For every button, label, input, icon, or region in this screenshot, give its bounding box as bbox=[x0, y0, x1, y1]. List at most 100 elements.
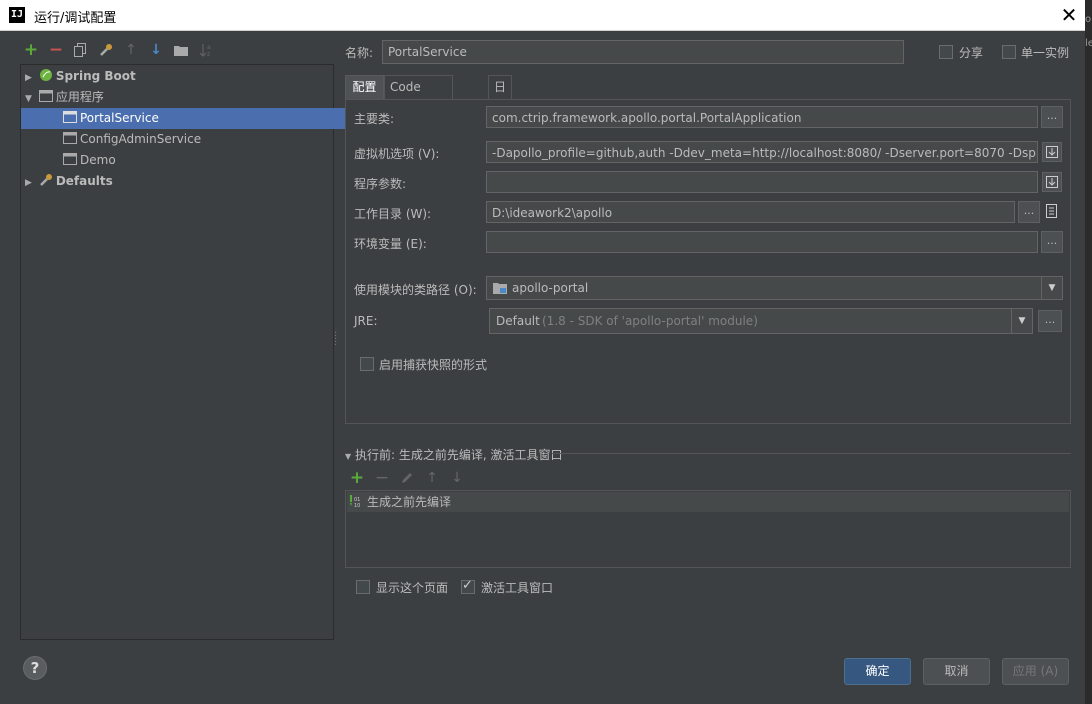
title-bar: IJ 运行/调试配置 ✕ bbox=[0, 0, 1092, 31]
name-label: 名称: bbox=[345, 46, 374, 60]
tree-item-application[interactable]: ▼ 应用程序 bbox=[21, 87, 337, 108]
vm-options-input[interactable]: -Dapollo_profile=github,auth -Ddev_meta=… bbox=[486, 141, 1038, 163]
remove-config-button[interactable]: − bbox=[47, 40, 65, 60]
ok-button[interactable]: 确定 bbox=[844, 658, 911, 685]
activate-tool-window-label: 激活工具窗口 bbox=[481, 581, 554, 595]
program-args-label: 程序参数: bbox=[354, 177, 407, 191]
browse-jre-button[interactable]: ... bbox=[1038, 310, 1062, 332]
insert-macro-button[interactable] bbox=[1042, 201, 1062, 223]
collapse-arrow-icon[interactable]: ▼ bbox=[25, 89, 35, 110]
working-dir-label: 工作目录 (W): bbox=[354, 207, 432, 221]
splitter-handle[interactable]: · · · · · bbox=[334, 329, 337, 351]
name-input[interactable]: PortalService bbox=[382, 40, 904, 64]
share-label: 分享 bbox=[959, 46, 984, 60]
single-instance-label: 单一实例 bbox=[1021, 46, 1070, 60]
share-checkbox[interactable] bbox=[939, 45, 953, 59]
sort-icon: az bbox=[199, 44, 211, 57]
tree-item-configadminservice[interactable]: ConfigAdminService bbox=[21, 129, 375, 150]
divider bbox=[552, 453, 1071, 454]
new-folder-button[interactable] bbox=[172, 40, 190, 60]
tree-item-label: Demo bbox=[80, 153, 116, 167]
collapse-arrow-icon: ▼ bbox=[345, 452, 352, 461]
tree-item-label: Spring Boot bbox=[55, 69, 136, 83]
vm-options-label: 虚拟机选项 (V): bbox=[354, 147, 440, 161]
document-icon bbox=[1046, 204, 1057, 218]
snapshot-label: 启用捕获快照的形式 bbox=[379, 358, 488, 372]
tab-configuration[interactable]: 配置 bbox=[345, 75, 384, 99]
folder-icon bbox=[174, 46, 188, 56]
single-instance-checkbox[interactable] bbox=[1002, 45, 1016, 59]
activate-tool-window-checkbox[interactable] bbox=[461, 578, 475, 594]
tree-item-defaults[interactable]: ▶ Defaults bbox=[21, 171, 337, 192]
wrench-icon bbox=[39, 174, 52, 186]
tree-item-label: PortalService bbox=[80, 111, 159, 125]
before-launch-title[interactable]: ▼ 执行前: 生成之前先编译, 激活工具窗口 bbox=[345, 446, 562, 463]
chevron-down-icon: ▼ bbox=[1011, 309, 1032, 333]
expand-vm-options-button[interactable] bbox=[1042, 142, 1062, 162]
add-config-button[interactable]: + bbox=[22, 40, 40, 60]
tree-item-label: ConfigAdminService bbox=[80, 132, 202, 146]
jre-detail: (1.8 - SDK of 'apollo-portal' module) bbox=[542, 314, 758, 328]
tree-item-label: 应用程序 bbox=[55, 90, 104, 104]
edit-task-button[interactable] bbox=[398, 468, 416, 488]
edit-env-vars-button[interactable]: ... bbox=[1041, 231, 1063, 253]
pencil-icon bbox=[402, 473, 412, 483]
apply-button[interactable]: 应用 (A) bbox=[1002, 658, 1069, 685]
copy-config-button[interactable] bbox=[72, 40, 90, 60]
show-page-label: 显示这个页面 bbox=[376, 581, 449, 595]
jre-select[interactable]: Default (1.8 - SDK of 'apollo-portal' mo… bbox=[489, 308, 1033, 334]
before-launch-list: 01 10 生成之前先编译 bbox=[345, 490, 1071, 568]
help-button[interactable]: ? bbox=[23, 656, 47, 680]
move-up-button[interactable]: ↑ bbox=[122, 40, 140, 60]
svg-text:10: 10 bbox=[354, 503, 360, 509]
spring-icon bbox=[39, 69, 52, 81]
browse-working-dir-button[interactable]: ... bbox=[1018, 201, 1040, 223]
browse-main-class-button[interactable]: ... bbox=[1041, 106, 1063, 128]
tree-item-portalservice[interactable]: PortalService bbox=[21, 108, 375, 129]
tree-item-demo[interactable]: Demo bbox=[21, 150, 375, 171]
expand-field-icon bbox=[1046, 176, 1058, 188]
list-item[interactable]: 01 10 生成之前先编译 bbox=[347, 492, 1069, 512]
cancel-button[interactable]: 取消 bbox=[923, 658, 990, 685]
build-icon: 0110 bbox=[350, 495, 360, 509]
intellij-app-icon: IJ bbox=[9, 7, 25, 23]
copy-icon bbox=[74, 43, 86, 57]
svg-text:a: a bbox=[207, 44, 211, 51]
env-vars-input[interactable] bbox=[486, 231, 1038, 253]
move-task-up-button[interactable]: ↑ bbox=[423, 468, 441, 488]
config-icon bbox=[63, 132, 77, 144]
before-launch-title-text: 执行前: 生成之前先编译, 激活工具窗口 bbox=[354, 448, 563, 462]
main-class-input[interactable]: com.ctrip.framework.apollo.portal.Portal… bbox=[486, 106, 1038, 128]
module-classpath-label: 使用模块的类路径 (O): bbox=[354, 283, 477, 297]
module-classpath-select[interactable]: apollo-portal ▼ bbox=[486, 276, 1063, 300]
env-vars-label: 环境变量 (E): bbox=[354, 237, 427, 251]
chevron-down-icon: ▼ bbox=[1041, 277, 1062, 299]
task-label: 生成之前先编译 bbox=[367, 495, 452, 509]
edit-defaults-button[interactable] bbox=[97, 40, 115, 60]
config-icon bbox=[63, 153, 77, 165]
move-down-button[interactable]: ↓ bbox=[147, 40, 165, 60]
application-icon bbox=[38, 90, 53, 102]
program-args-input[interactable] bbox=[486, 171, 1038, 193]
tab-code-coverage[interactable]: Code Coverage bbox=[384, 75, 454, 117]
remove-task-button[interactable]: − bbox=[373, 468, 391, 488]
snapshot-checkbox[interactable] bbox=[360, 357, 374, 371]
add-task-button[interactable]: + bbox=[348, 468, 366, 488]
expand-arrow-icon[interactable]: ▶ bbox=[25, 173, 35, 194]
module-classpath-value: apollo-portal bbox=[512, 281, 589, 295]
jre-label: JRE: bbox=[354, 314, 378, 328]
close-button[interactable]: ✕ bbox=[1056, 3, 1082, 27]
working-dir-input[interactable]: D:\ideawork2\apollo bbox=[486, 201, 1015, 223]
background-text: o bbox=[1085, 14, 1092, 25]
show-page-checkbox[interactable] bbox=[356, 580, 370, 594]
jre-value: Default bbox=[496, 314, 540, 328]
tab-logs[interactable]: 日志 bbox=[488, 75, 513, 117]
svg-text:z: z bbox=[207, 51, 210, 57]
window-title: 运行/调试配置 bbox=[34, 11, 117, 26]
expand-program-args-button[interactable] bbox=[1042, 172, 1062, 192]
sort-button[interactable]: az bbox=[197, 40, 215, 60]
expand-arrow-icon[interactable]: ▶ bbox=[25, 68, 35, 89]
config-tree[interactable]: ▶ Spring Boot ▼ 应用程序 PortalService Confi… bbox=[20, 64, 375, 640]
move-task-down-button[interactable]: ↓ bbox=[448, 468, 466, 488]
tree-item-spring-boot[interactable]: ▶ Spring Boot bbox=[21, 66, 337, 87]
